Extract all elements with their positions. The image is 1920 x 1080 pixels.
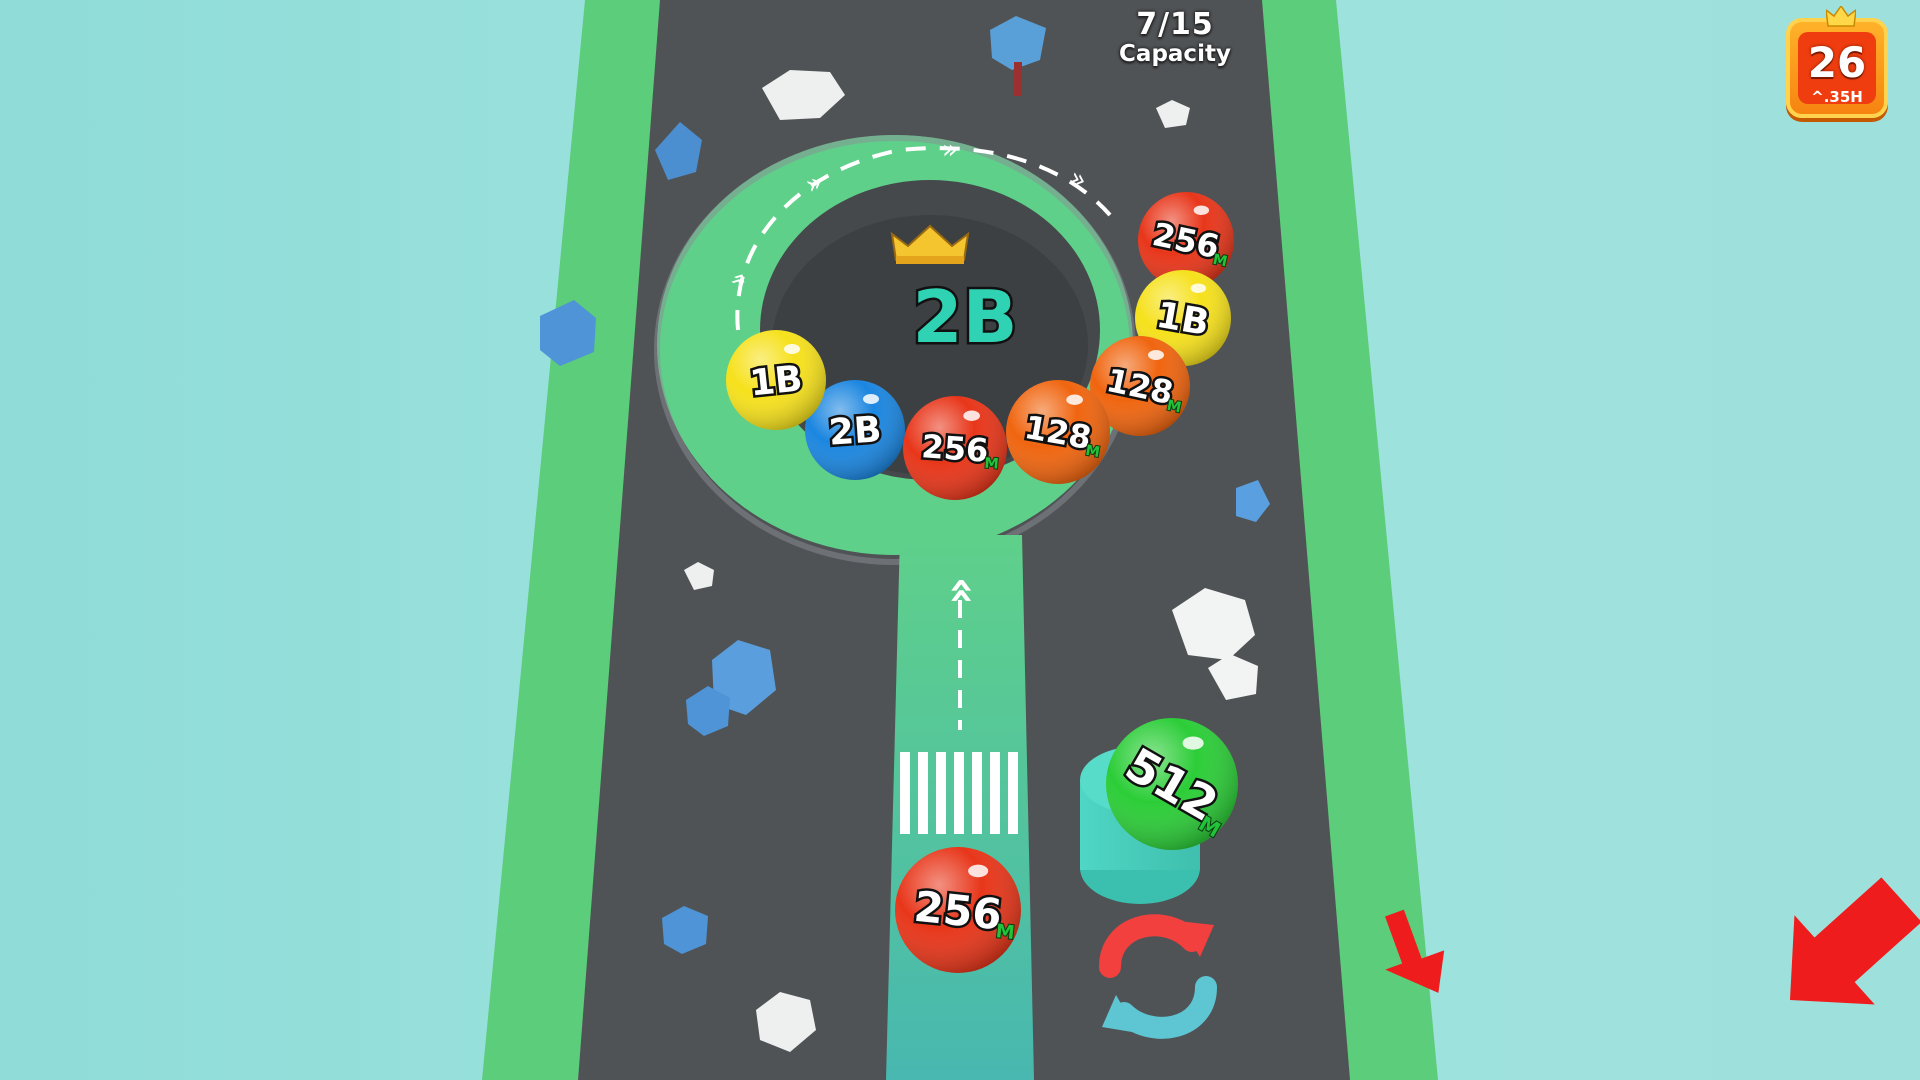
ball-value-label: 256	[920, 427, 989, 470]
ring-center-value: 2B	[913, 275, 1018, 359]
ball-suffix-label: M	[984, 456, 999, 473]
number-ball: 256M	[903, 396, 1007, 500]
capacity-label: Capacity	[1119, 41, 1231, 67]
ball-highlight	[1148, 350, 1164, 360]
ball-highlight	[1066, 394, 1083, 405]
ball-highlight	[963, 410, 980, 421]
capacity-indicator: 7/15 Capacity	[1100, 7, 1250, 67]
level-badge[interactable]: 26 ^.35H	[1786, 6, 1888, 118]
number-ball: 256M	[895, 847, 1021, 973]
number-ball: 512M	[1106, 718, 1238, 850]
ball-highlight	[784, 344, 800, 354]
number-ball: 1B	[726, 330, 826, 430]
ball-highlight	[968, 864, 989, 878]
next-ball[interactable]: 512M	[1106, 718, 1238, 850]
ball-value-label: 2B	[827, 409, 882, 454]
launcher-ball[interactable]: 256M	[895, 847, 1021, 973]
ball-suffix-label: M	[995, 920, 1016, 944]
ball-highlight	[1193, 205, 1210, 216]
ball-highlight	[863, 394, 879, 404]
crown-icon	[1826, 6, 1856, 27]
ball-value-label: 1B	[748, 358, 804, 404]
number-ball: 128M	[1006, 380, 1110, 484]
lane-chevron-icon: »	[934, 577, 985, 605]
ring-chevron-icon: »	[942, 135, 958, 165]
pointer-arrow-icon	[1790, 877, 1920, 1005]
level-sub-label: ^.35H	[1811, 88, 1863, 106]
ball-suffix-label: M	[1084, 443, 1101, 461]
tree-trunk	[1014, 62, 1022, 96]
ball-highlight	[1182, 736, 1204, 750]
ball-highlight	[1190, 283, 1207, 294]
level-number: 26	[1807, 38, 1867, 87]
game-scene[interactable]: » » » » » 2B 256M1B128M128M256M2B1B 512M…	[0, 0, 1920, 1080]
ball-value-label: 256	[912, 882, 1004, 940]
capacity-count: 7/15	[1136, 7, 1214, 42]
